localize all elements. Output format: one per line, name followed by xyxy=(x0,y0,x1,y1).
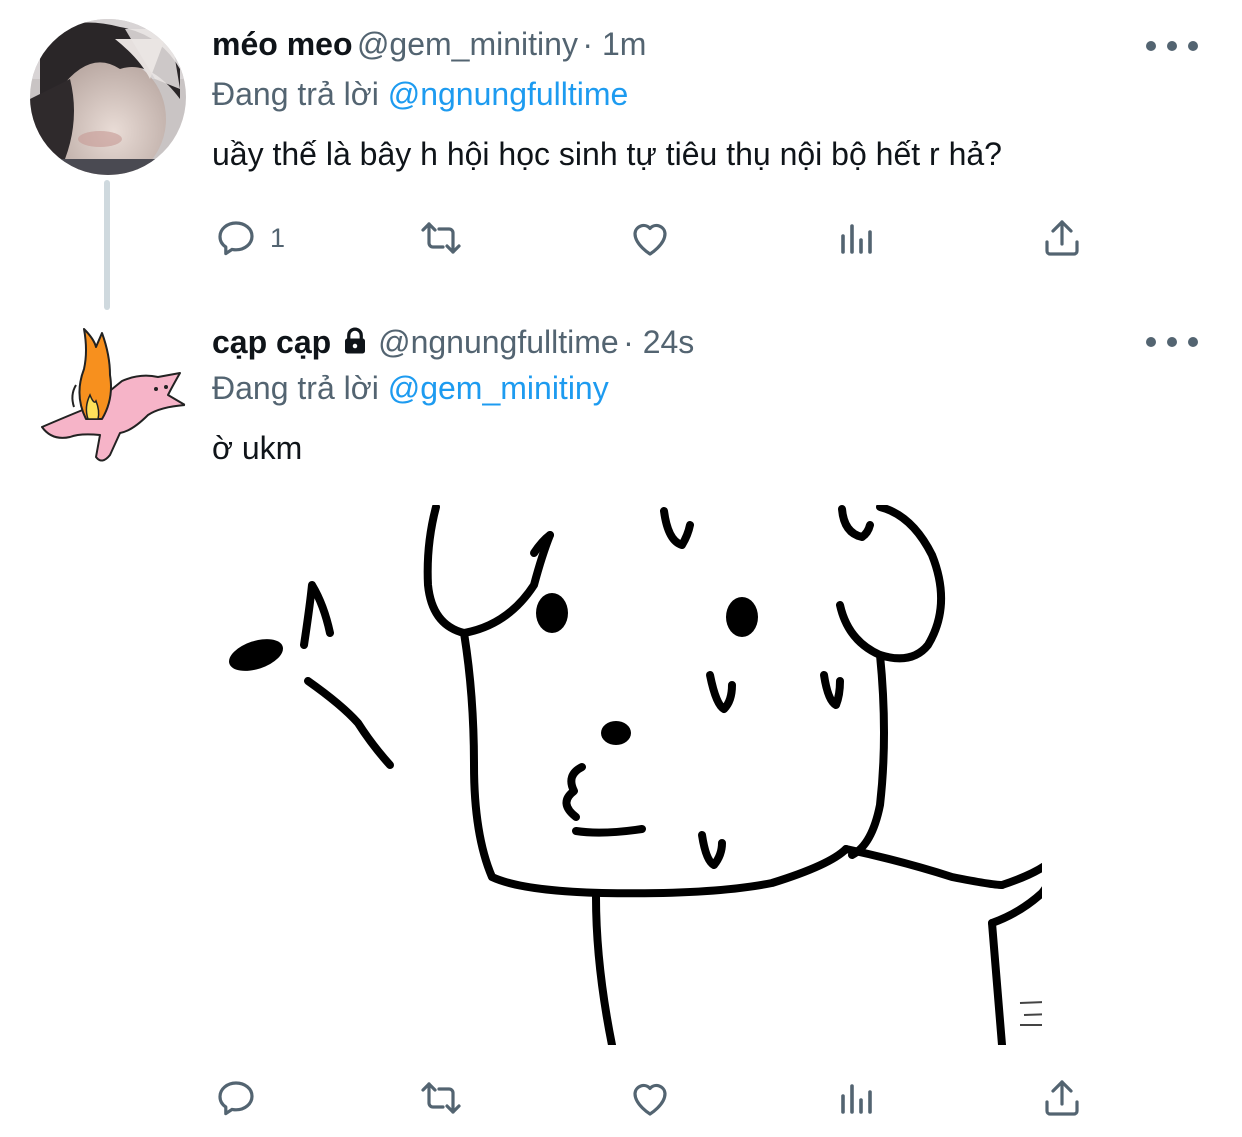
display-name[interactable]: cạp cạp xyxy=(212,324,331,360)
user-handle[interactable]: @gem_minitiny xyxy=(357,26,578,62)
user-handle[interactable]: @ngnungfulltime xyxy=(378,324,619,360)
reply-mention-link[interactable]: @gem_minitiny xyxy=(388,370,609,406)
analytics-icon xyxy=(841,1084,872,1114)
tweet-text: uầy thế là bây h hội học sinh tự tiêu th… xyxy=(212,136,1002,172)
like-button[interactable] xyxy=(626,1068,674,1128)
like-icon xyxy=(633,223,667,256)
retweet-icon xyxy=(421,1082,461,1114)
cartoon-avatar xyxy=(41,328,186,462)
more-icon[interactable] xyxy=(1146,34,1198,58)
more-icon[interactable] xyxy=(1146,330,1198,354)
display-name[interactable]: méo meo xyxy=(212,26,352,62)
avatar[interactable] xyxy=(30,315,186,471)
replying-to: Đang trả lời @ngnungfulltime xyxy=(212,76,628,113)
reply-button[interactable] xyxy=(212,1068,270,1128)
analytics-icon xyxy=(841,224,872,254)
analytics-button[interactable] xyxy=(833,1068,881,1128)
retweet-button[interactable] xyxy=(417,208,465,268)
share-button[interactable] xyxy=(1038,1068,1086,1128)
replying-to-label: Đang trả lời xyxy=(212,370,379,406)
retweet-button[interactable] xyxy=(417,1068,465,1128)
replying-to: Đang trả lời @gem_minitiny xyxy=(212,370,609,407)
cartoon-sweating-dog xyxy=(229,505,1042,1045)
share-icon xyxy=(1045,220,1079,256)
profile-photo xyxy=(30,19,186,175)
like-icon xyxy=(633,1083,667,1116)
timestamp[interactable]: · 1m xyxy=(582,26,646,62)
reply-button[interactable]: 1 xyxy=(212,208,285,268)
share-button[interactable] xyxy=(1038,208,1086,268)
tweet-1[interactable]: méo meo @gem_minitiny · 1m Đang trả lời … xyxy=(0,0,1242,310)
avatar[interactable] xyxy=(30,19,186,175)
tweet-text: ờ ukm xyxy=(212,430,303,466)
reply-icon xyxy=(218,221,254,256)
action-bar xyxy=(212,1068,1092,1128)
tweet-header: méo meo @gem_minitiny · 1m xyxy=(212,26,646,63)
share-icon xyxy=(1045,1080,1079,1116)
reply-count: 1 xyxy=(270,222,286,253)
action-bar: 1 xyxy=(212,208,1092,268)
like-button[interactable] xyxy=(626,208,674,268)
retweet-icon xyxy=(421,222,461,254)
analytics-button[interactable] xyxy=(833,208,881,268)
lock-icon xyxy=(340,326,370,361)
thread-line xyxy=(104,180,110,310)
timestamp[interactable]: · 24s xyxy=(623,324,694,360)
replying-to-label: Đang trả lời xyxy=(212,76,379,112)
tweet-media-image[interactable] xyxy=(212,505,1042,1045)
tweet-header: cạp cạp @ngnungfulltime · 24s xyxy=(212,324,694,361)
reply-icon xyxy=(218,1081,254,1116)
reply-mention-link[interactable]: @ngnungfulltime xyxy=(388,76,629,112)
